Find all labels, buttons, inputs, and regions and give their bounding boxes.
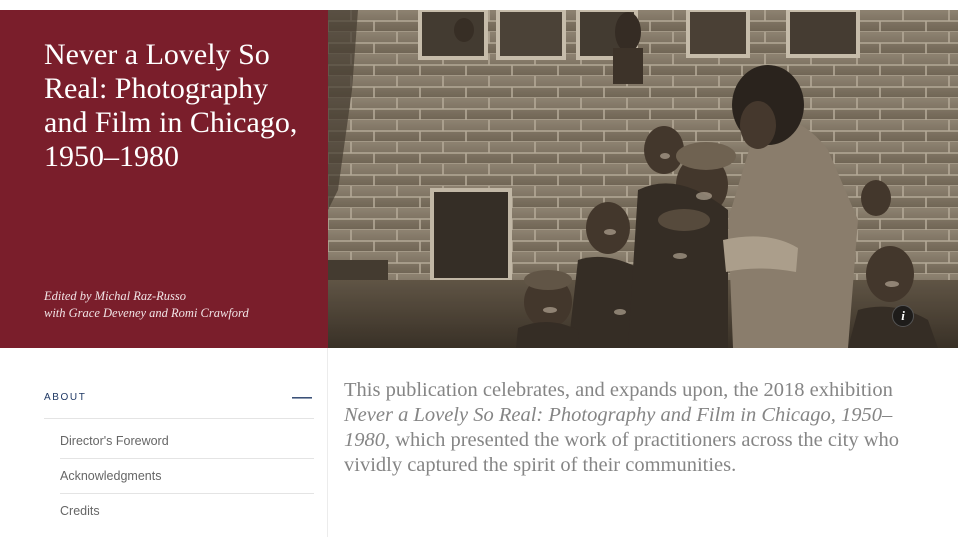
intro-text-part-2: , which presented the work of practition… <box>344 429 900 476</box>
collapse-icon[interactable]: — <box>292 385 312 409</box>
about-section-label: ABOUT <box>44 392 87 403</box>
info-icon[interactable]: i <box>892 305 914 327</box>
title-panel: Never a Lovely So Real: Photography and … <box>0 10 328 348</box>
sidebar-nav: ABOUT — Director's Foreword Acknowledgme… <box>0 348 328 537</box>
intro-paragraph: This publication celebrates, and expands… <box>344 378 934 478</box>
editors-line-2: with Grace Deveney and Romi Crawford <box>44 306 249 320</box>
editors-credit: Edited by Michal Raz-Russo with Grace De… <box>44 288 314 322</box>
publication-title: Never a Lovely So Real: Photography and … <box>44 38 298 173</box>
intro-text-part-1: This publication celebrates, and expands… <box>344 379 893 401</box>
sidebar-item-credits[interactable]: Credits <box>60 494 314 529</box>
about-section-header[interactable]: ABOUT — <box>44 384 314 419</box>
top-strip <box>0 0 958 10</box>
sidebar-item-directors-foreword[interactable]: Director's Foreword <box>60 424 314 459</box>
cover-photo-illustration <box>328 10 958 348</box>
sidebar-item-acknowledgments[interactable]: Acknowledgments <box>60 459 314 494</box>
cover-photograph: i <box>328 10 958 348</box>
editors-line-1: Edited by Michal Raz-Russo <box>44 289 186 303</box>
hero-banner: Never a Lovely So Real: Photography and … <box>0 10 958 348</box>
